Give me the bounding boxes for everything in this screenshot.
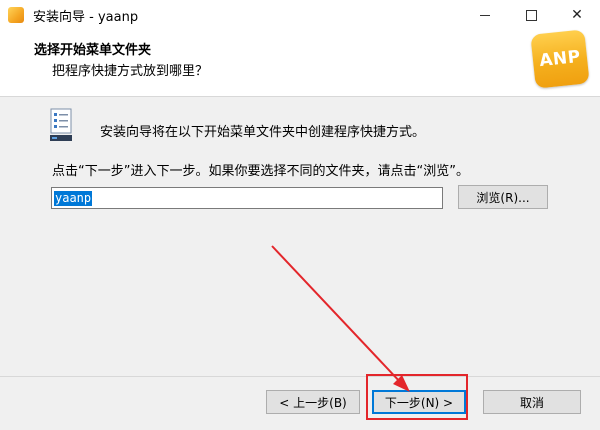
start-menu-folder-input[interactable]: yaanp	[51, 187, 443, 209]
cancel-button[interactable]: 取消	[483, 390, 581, 414]
folder-input-value: yaanp	[54, 191, 93, 206]
minimize-icon	[480, 14, 490, 16]
close-icon: ✕	[571, 7, 583, 23]
footer-divider	[0, 376, 600, 377]
window-title: 安装向导 - yaanp	[33, 10, 139, 25]
hint-text: 点击“下一步”进入下一步。如果你要选择不同的文件夹，请点击“浏览”。	[52, 164, 469, 179]
title-bar: 安装向导 - yaanp ✕	[0, 0, 600, 30]
wizard-header: 选择开始菜单文件夹 把程序快捷方式放到哪里？ ANP	[0, 29, 600, 97]
close-button[interactable]: ✕	[554, 0, 600, 30]
app-icon	[8, 7, 24, 23]
logo-text: ANP	[538, 46, 582, 72]
maximize-button[interactable]	[508, 0, 554, 30]
next-button-highlight	[366, 374, 468, 420]
app-logo: ANP	[530, 29, 590, 89]
intro-text: 安装向导将在以下开始菜单文件夹中创建程序快捷方式。	[100, 125, 426, 140]
minimize-button[interactable]	[462, 0, 508, 30]
page-title: 选择开始菜单文件夹	[34, 43, 152, 58]
start-menu-folder-icon	[50, 108, 72, 141]
page-subtitle: 把程序快捷方式放到哪里？	[52, 64, 209, 79]
back-button[interactable]: < 上一步(B)	[266, 390, 360, 414]
browse-button[interactable]: 浏览(R)...	[458, 185, 548, 209]
maximize-icon	[525, 9, 537, 21]
